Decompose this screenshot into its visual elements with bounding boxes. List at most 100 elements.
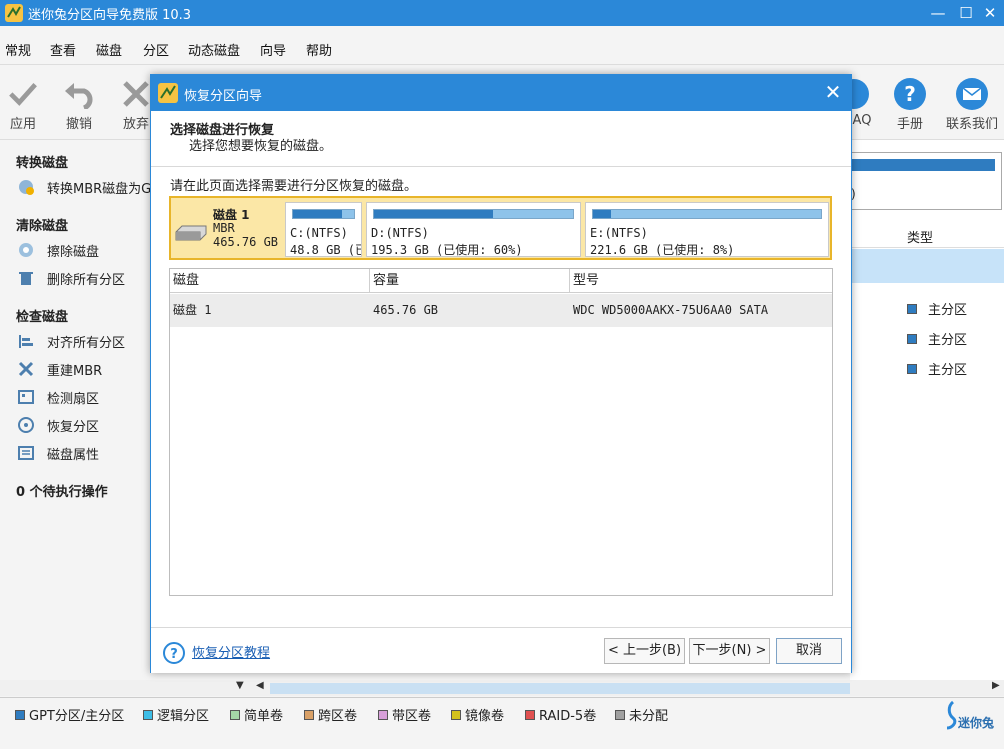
next-button[interactable]: 下一步(N) > xyxy=(689,638,770,664)
partition-d[interactable]: D:(NTFS) 195.3 GB (已使用: 60%) xyxy=(366,202,581,257)
menu-wizard[interactable]: 向导 xyxy=(260,40,286,59)
partition-name: E:(NTFS) xyxy=(590,226,648,240)
legend-label: 带区卷 xyxy=(392,709,432,724)
sidebar-item-delete-all[interactable]: 删除所有分区 xyxy=(16,267,125,289)
legend-unallocated: 未分配 xyxy=(615,705,668,724)
sidebar-item-label: 恢复分区 xyxy=(47,419,100,435)
legend-bar: GPT分区/主分区 逻辑分区 简单卷 跨区卷 带区卷 镜像卷 RAID-5卷 未… xyxy=(0,697,1004,749)
legend-swatch xyxy=(143,709,153,720)
scroll-down-arrow-icon[interactable]: ▼ xyxy=(236,680,244,691)
discard-x-icon xyxy=(123,81,149,107)
faq-icon xyxy=(852,79,869,109)
sidebar-item-align[interactable]: 对齐所有分区 xyxy=(16,330,125,352)
type-cell: 主分区 xyxy=(928,333,968,348)
sidebar-item-recover-partition[interactable]: 恢复分区 xyxy=(16,414,99,436)
scrollbar-thumb[interactable] xyxy=(270,683,850,694)
cell-capacity: 465.76 GB xyxy=(373,303,439,317)
sidebar-item-label: 删除所有分区 xyxy=(47,272,126,288)
sidebar-item-label: 磁盘属性 xyxy=(47,447,100,463)
pending-operations: 0 个待执行操作 xyxy=(16,485,108,500)
discard-label: 放弃 xyxy=(122,117,149,132)
menu-disk[interactable]: 磁盘 xyxy=(96,40,122,59)
legend-label: 逻辑分区 xyxy=(157,709,210,724)
app-logo-icon xyxy=(5,4,23,22)
legend-raid5: RAID-5卷 xyxy=(525,705,596,724)
partition-c[interactable]: C:(NTFS) 48.8 GB (已 xyxy=(285,202,362,257)
menu-general[interactable]: 常规 xyxy=(5,40,31,59)
scroll-left-arrow-icon[interactable]: ◀ xyxy=(256,680,264,691)
type-cell: 主分区 xyxy=(928,303,968,318)
apply-button[interactable]: 应用 xyxy=(8,75,38,132)
menu-view[interactable]: 查看 xyxy=(50,40,76,59)
tutorial-link[interactable]: 恢复分区教程 xyxy=(192,642,270,661)
legend-swatch xyxy=(525,709,535,720)
partition-row[interactable]: 主分区 xyxy=(907,329,967,348)
cancel-button[interactable]: 取消 xyxy=(776,638,842,664)
legend-label: RAID-5卷 xyxy=(539,709,597,724)
svg-text:?: ? xyxy=(170,647,178,662)
disk-map-selected[interactable]: 磁盘 1 MBR 465.76 GB C:(NTFS) 48.8 GB (已 D… xyxy=(169,196,832,260)
brand-logo: 迷你兔 xyxy=(944,700,1000,734)
partition-row[interactable]: 主分区 xyxy=(907,359,967,378)
manual-button[interactable]: ? 手册 xyxy=(890,75,930,132)
scroll-right-arrow-icon[interactable]: ▶ xyxy=(992,680,1000,691)
close-button[interactable]: ✕ xyxy=(976,2,1004,24)
sidebar-item-disk-properties[interactable]: 磁盘属性 xyxy=(16,442,99,464)
contact-button[interactable]: 联系我们 xyxy=(944,75,1000,132)
back-button[interactable]: < 上一步(B) xyxy=(604,638,685,664)
question-icon[interactable]: ? xyxy=(163,642,185,664)
properties-icon xyxy=(16,443,36,463)
align-icon xyxy=(16,331,36,351)
col-disk[interactable]: 磁盘 xyxy=(170,269,370,293)
selected-row[interactable] xyxy=(850,249,1004,283)
menu-dynamic-disk[interactable]: 动态磁盘 xyxy=(188,40,240,59)
disk-type: MBR xyxy=(213,221,235,235)
partition-info: 48.8 GB (已 xyxy=(290,243,362,257)
legend-label: 未分配 xyxy=(629,709,669,724)
dialog-close-button[interactable]: ✕ xyxy=(821,80,845,104)
sidebar-item-surface-test[interactable]: 检测扇区 xyxy=(16,386,99,408)
hard-disk-icon xyxy=(175,225,207,241)
disk-size: 465.76 GB xyxy=(213,235,279,249)
faq-button[interactable]: AQ xyxy=(852,75,872,128)
sidebar-item-label: 检测扇区 xyxy=(47,391,100,407)
partition-e[interactable]: E:(NTFS) 221.6 GB (已使用: 8%) xyxy=(585,202,829,257)
legend-swatch xyxy=(230,709,240,720)
legend-swatch xyxy=(615,709,625,720)
dialog-header: 选择磁盘进行恢复 选择您想要恢复的磁盘。 xyxy=(151,111,851,167)
contact-label: 联系我们 xyxy=(945,117,998,132)
apply-label: 应用 xyxy=(9,117,36,132)
faq-label: AQ xyxy=(852,113,872,128)
brand-text: 迷你兔 xyxy=(958,716,995,730)
minimize-button[interactable]: — xyxy=(924,2,952,24)
sidebar-item-convert-mbr[interactable]: 转换MBR磁盘为GPT xyxy=(16,176,167,198)
svg-text:?: ? xyxy=(904,82,916,106)
dialog-title: 恢复分区向导 xyxy=(184,89,263,104)
legend-swatch xyxy=(378,709,388,720)
col-model[interactable]: 型号 xyxy=(570,269,832,293)
partition-row[interactable]: 主分区 xyxy=(907,299,967,318)
sidebar-item-rebuild-mbr[interactable]: 重建MBR xyxy=(16,358,102,380)
legend-label: 简单卷 xyxy=(244,709,284,724)
legend-label: 跨区卷 xyxy=(318,709,358,724)
horizontal-scrollbar[interactable]: ▼ ◀ ▶ xyxy=(0,680,1004,696)
col-capacity[interactable]: 容量 xyxy=(370,269,570,293)
undo-button[interactable]: 撤销 xyxy=(62,75,96,132)
partition-name: C:(NTFS) xyxy=(290,226,348,240)
instruction-text: 请在此页面选择需要进行分区恢复的磁盘。 xyxy=(170,179,418,194)
menu-partition[interactable]: 分区 xyxy=(143,40,169,59)
convert-disk-icon xyxy=(16,177,36,197)
recover-icon xyxy=(16,415,36,435)
sidebar-item-wipe-disk[interactable]: 擦除磁盘 xyxy=(16,239,99,261)
legend-spanned: 跨区卷 xyxy=(304,705,357,724)
table-row[interactable]: 磁盘 1 465.76 GB WDC WD5000AAKX-75U6AA0 SA… xyxy=(170,294,832,327)
discard-button[interactable]: 放弃 xyxy=(120,75,152,132)
menu-help[interactable]: 帮助 xyxy=(306,40,332,59)
help-circle-icon: ? xyxy=(894,78,926,110)
table-header: 磁盘 容量 型号 xyxy=(170,269,832,293)
legend-striped: 带区卷 xyxy=(378,705,431,724)
type-header-label: 类型 xyxy=(907,231,934,246)
type-column-header[interactable]: 类型 xyxy=(850,222,1004,248)
dialog-footer: ? 恢复分区教程 < 上一步(B) 下一步(N) > 取消 xyxy=(151,627,851,673)
sidebar: 转换磁盘 转换MBR磁盘为GPT 清除磁盘 擦除磁盘 删除所有分区 检查磁盘 对… xyxy=(0,140,167,680)
